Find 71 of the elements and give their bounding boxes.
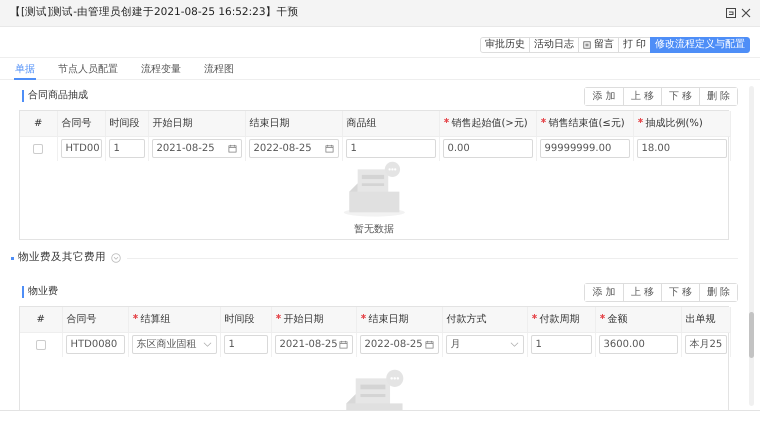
column-header: 时间段 [105,111,148,136]
calendar-icon [228,144,236,154]
tab[interactable]: 流程变量 [140,61,182,80]
required-icon [638,118,642,123]
close-icon[interactable] [740,7,752,19]
column-header: 出单规 [681,307,730,332]
restore-icon[interactable] [725,7,737,19]
required-icon [276,314,280,319]
column-header: # [20,111,57,136]
required-icon [532,314,536,319]
required-icon [132,314,138,319]
toolbar-button[interactable]: 审批历史 [480,37,530,53]
input-field[interactable]: 99999999.00 [540,139,630,158]
calendar-icon [424,340,434,350]
input-field[interactable]: 1 [346,139,436,158]
column-header: 金额 [595,307,681,332]
column-header: 合同号 [62,307,128,332]
input-field[interactable]: 18.00 [636,139,726,158]
collapse-icon[interactable] [111,253,121,263]
column-header: 付款方式 [442,307,527,332]
column-header: 销售起始值(>元) [439,111,536,136]
column-header: 结束日期 [245,111,342,136]
date-field[interactable]: 2022-08-25 [360,335,438,354]
caret-icon [202,340,212,350]
checkbox[interactable] [36,340,46,350]
caret-icon [510,340,518,350]
column-header: 时间段 [220,307,271,332]
message-icon [582,41,591,49]
column-header: 开始日期 [148,111,245,136]
input-field[interactable]: 3600.00 [598,335,678,354]
column-header: 付款周期 [527,307,595,332]
select-field[interactable]: 月 [446,335,524,354]
empty-message: 暂无数据 [354,222,394,237]
tab[interactable]: 节点人员配置 [57,61,119,80]
input-field[interactable]: 0.00 [442,139,532,158]
input-field[interactable]: HTD00 [60,139,102,158]
input-field[interactable]: 本月25 [684,335,726,354]
checkbox[interactable] [33,144,44,154]
column-header: 开始日期 [271,307,356,332]
column-header: 结算组 [128,307,220,332]
calendar-icon [338,340,348,350]
subtable-title: 物业费 [22,286,58,298]
action-button[interactable]: 删 除 [699,284,737,300]
toolbar-button[interactable]: 活动日志 [528,37,579,53]
column-header: 抽成比例(%) [633,111,730,136]
column-header: 商品组 [342,111,439,136]
section-title: 物业费及其它费用 [18,250,106,266]
column-header: 合同号 [57,111,105,136]
required-icon [444,118,448,123]
required-icon [600,314,604,319]
required-icon [360,314,366,319]
column-header: # [20,307,62,332]
input-field[interactable]: HTD0080 [66,335,124,354]
input-field[interactable]: 1 [530,335,592,354]
input-field[interactable]: 1 [224,335,268,354]
subtable-title: 合同商品抽成 [22,90,88,102]
select-field[interactable]: 东区商业固租 [132,335,216,354]
date-field[interactable]: 2022-08-25 [248,139,338,158]
input-field[interactable]: 1 [108,139,144,158]
tab[interactable]: 流程图 [203,61,235,80]
scrollbar-thumb[interactable] [749,312,754,358]
toolbar-button[interactable]: 留言 [578,37,619,53]
action-button[interactable]: 删 除 [699,88,737,104]
toolbar-button[interactable]: 打 印 [618,37,651,53]
column-header: 结束日期 [356,307,442,332]
required-icon [540,118,546,123]
date-field[interactable]: 2021-08-25 [274,335,352,354]
date-field[interactable]: 2021-08-25 [152,139,242,158]
window-title: 【[测试]测试-由管理员创建于2021-08-25 16:52:23】干预 [10,5,300,20]
calendar-icon [324,144,334,154]
column-header: 销售结束值(≤元) [536,111,633,136]
